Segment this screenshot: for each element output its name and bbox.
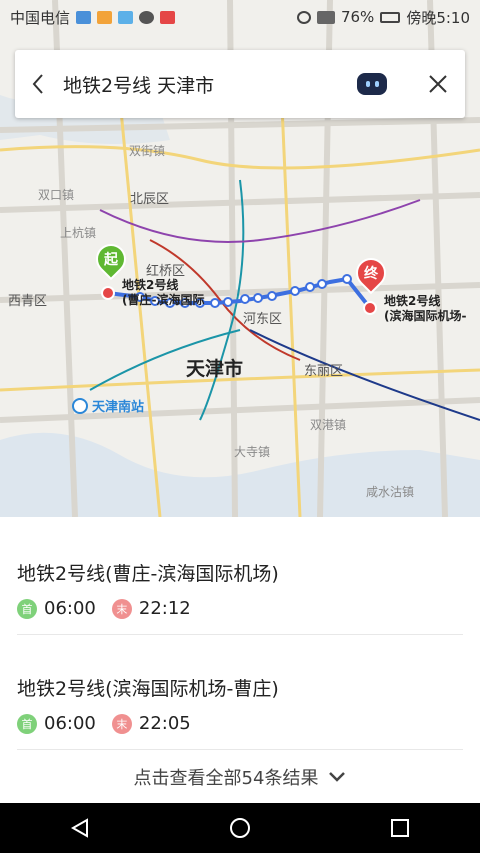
- view-all-label: 点击查看全部54条结果: [133, 768, 319, 789]
- result-item[interactable]: 地铁2号线(滨海国际机场-曹庄) 首 06:00 末 22:05: [17, 674, 463, 750]
- notification-icon: [160, 10, 176, 24]
- result-title: 地铁2号线(曹庄-滨海国际机场): [17, 563, 279, 585]
- district-label: 河东区: [243, 312, 283, 327]
- district-label: 红桥区: [146, 264, 186, 279]
- last-train-badge: 末: [111, 598, 132, 619]
- district-label: 西青区: [8, 294, 48, 309]
- status-bar: 中国电信 76% 傍晚5:10: [0, 0, 480, 34]
- notification-icon: [118, 10, 134, 24]
- close-icon: [429, 75, 447, 93]
- district-label: 上杭镇: [60, 226, 97, 240]
- first-train-time: 06:00: [44, 598, 96, 619]
- district-label: 双港镇: [310, 418, 347, 432]
- district-label: 大寺镇: [234, 445, 271, 459]
- district-label: 咸水沽镇: [366, 485, 415, 499]
- result-title: 地铁2号线(滨海国际机场-曹庄): [17, 678, 279, 700]
- close-button[interactable]: [411, 50, 465, 118]
- carrier-label: 中国电信: [10, 8, 71, 27]
- voice-assistant-icon[interactable]: [357, 73, 387, 95]
- back-nav-icon[interactable]: [69, 817, 91, 839]
- first-train-badge: 首: [17, 713, 37, 734]
- station-icon: [72, 397, 88, 414]
- end-station-label: 地铁2号线 (滨海国际机场-: [384, 294, 467, 323]
- view-all-results-button[interactable]: 点击查看全部54条结果: [0, 764, 480, 790]
- chevron-down-icon: [329, 772, 346, 782]
- system-nav-bar: [0, 803, 480, 853]
- notification-icon: [76, 10, 92, 24]
- chevron-left-icon: [32, 74, 43, 94]
- battery-label: 76%: [340, 8, 375, 26]
- district-label: 双口镇: [38, 188, 75, 202]
- back-button[interactable]: [15, 50, 61, 118]
- district-label: 北辰区: [130, 192, 170, 207]
- eye-icon: [296, 10, 311, 24]
- district-label: 东丽区: [304, 364, 344, 379]
- result-item[interactable]: 地铁2号线(曹庄-滨海国际机场) 首 06:00 末 22:12: [17, 559, 463, 635]
- city-label: 天津市: [186, 358, 244, 380]
- battery-icon: [380, 11, 401, 23]
- clock: 傍晚5:10: [406, 8, 470, 27]
- search-query[interactable]: 地铁2号线 天津市: [61, 71, 357, 98]
- start-station-label: 地铁2号线 (曹庄-滨海国际: [122, 278, 205, 307]
- first-train-time: 06:00: [44, 713, 96, 734]
- recents-nav-icon[interactable]: [389, 817, 411, 839]
- search-bar: 地铁2号线 天津市: [15, 50, 465, 118]
- signal-icon: [316, 10, 335, 24]
- notification-icon: [97, 10, 113, 24]
- last-train-time: 22:05: [138, 713, 191, 734]
- district-label: 双街镇: [129, 144, 166, 158]
- last-train-badge: 末: [111, 713, 132, 734]
- tianjin-south-station[interactable]: 天津南站: [72, 396, 144, 415]
- first-train-badge: 首: [17, 598, 37, 619]
- chat-icon: [139, 10, 155, 24]
- results-panel: 地铁2号线(曹庄-滨海国际机场) 首 06:00 末 22:12 地铁2号线(滨…: [0, 517, 480, 803]
- last-train-time: 22:12: [138, 598, 191, 619]
- home-nav-icon[interactable]: [229, 817, 251, 839]
